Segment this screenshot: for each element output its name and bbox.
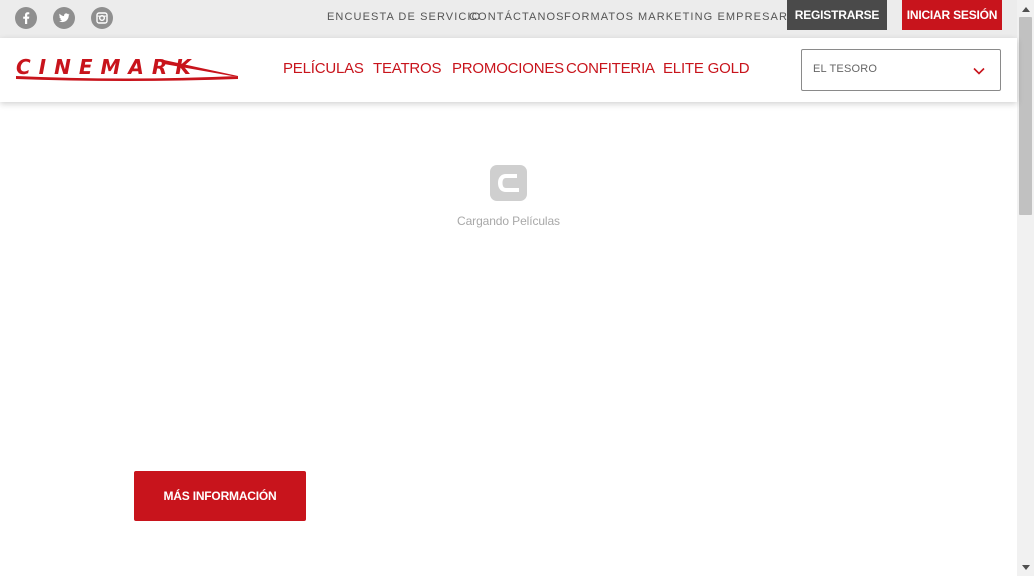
instagram-icon[interactable]: [91, 7, 113, 29]
toplink-encuesta[interactable]: ENCUESTA DE SERVICIO: [327, 11, 481, 23]
loading-text: Cargando Películas: [457, 214, 560, 228]
svg-text:CINEMARK: CINEMARK: [16, 56, 199, 79]
toplink-contactanos[interactable]: CONTÁCTANOS: [469, 11, 565, 23]
scroll-down-icon[interactable]: [1017, 559, 1034, 576]
nav-confiteria[interactable]: CONFITERIA: [566, 60, 655, 77]
chevron-down-icon: [973, 67, 985, 75]
register-button[interactable]: REGISTRARSE: [787, 0, 887, 30]
nav-promociones[interactable]: PROMOCIONES: [452, 60, 564, 77]
twitter-icon[interactable]: [53, 7, 75, 29]
toplink-formatos[interactable]: FORMATOS: [564, 11, 634, 23]
scroll-thumb[interactable]: [1019, 17, 1032, 215]
top-utility-bar: ENCUESTA DE SERVICIO CONTÁCTANOS FORMATO…: [0, 0, 1017, 38]
theater-select-value: EL TESORO: [813, 63, 878, 75]
nav-teatros[interactable]: TEATROS: [373, 60, 442, 77]
page: ENCUESTA DE SERVICIO CONTÁCTANOS FORMATO…: [0, 0, 1034, 576]
scrollbar[interactable]: [1017, 0, 1034, 576]
cinemark-logo[interactable]: CINEMARK: [14, 55, 240, 82]
facebook-icon[interactable]: [15, 7, 37, 29]
theater-select[interactable]: EL TESORO: [801, 49, 1001, 91]
login-button[interactable]: INICIAR SESIÓN: [902, 0, 1002, 30]
nav-peliculas[interactable]: PELÍCULAS: [283, 60, 364, 77]
cinemark-c-icon: [490, 165, 527, 201]
toplink-marketing[interactable]: MARKETING EMPRESARIAL: [638, 11, 808, 23]
scroll-up-icon[interactable]: [1017, 0, 1034, 17]
nav-elite-gold[interactable]: ELITE GOLD: [663, 60, 750, 77]
main-header: CINEMARK PELÍCULAS TEATROS PROMOCIONES C…: [0, 38, 1017, 102]
more-info-button[interactable]: MÁS INFORMACIÓN: [134, 471, 306, 521]
